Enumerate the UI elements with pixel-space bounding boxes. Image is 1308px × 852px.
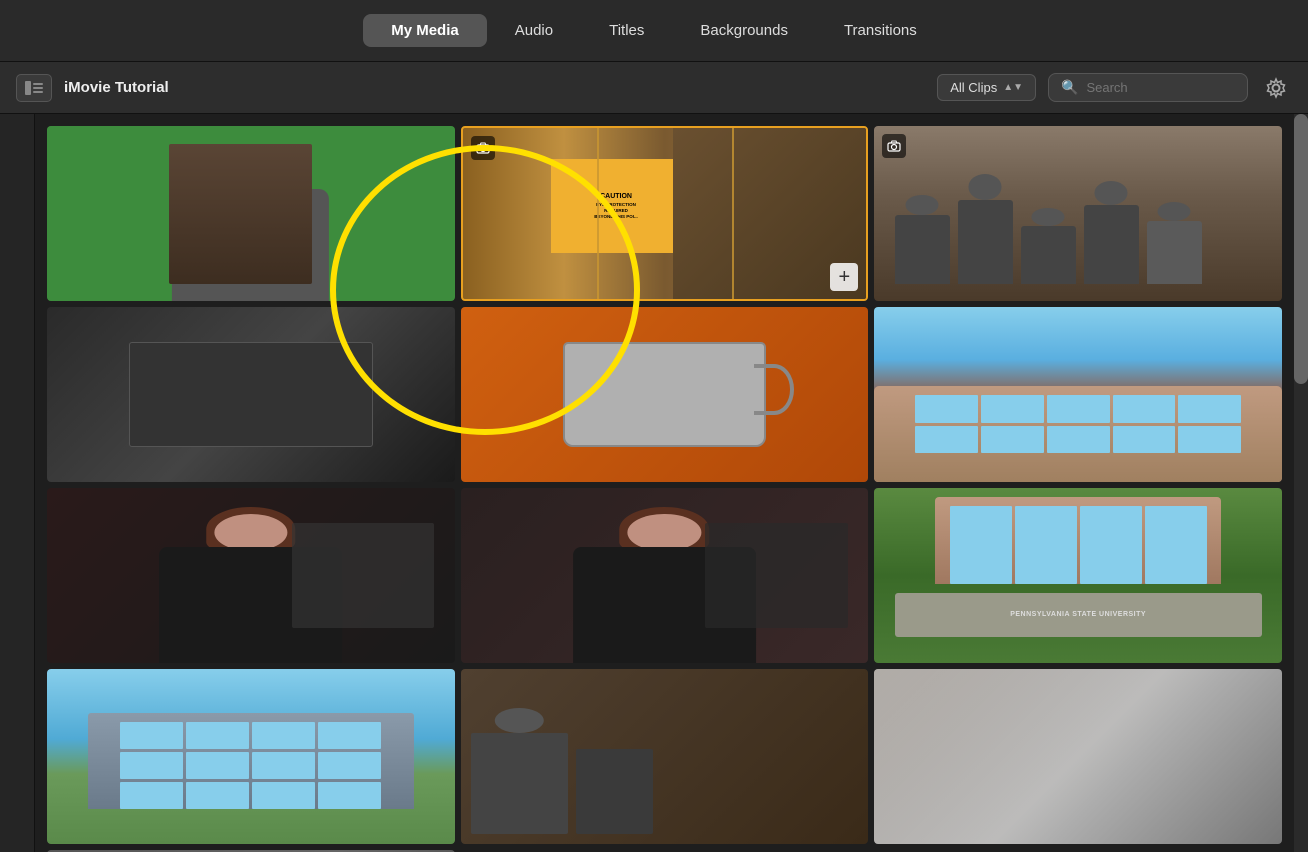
add-clip-button[interactable]: +: [830, 263, 858, 291]
sidebar-toggle-button[interactable]: [16, 74, 52, 102]
tab-transitions[interactable]: Transitions: [816, 14, 945, 47]
all-clips-selector[interactable]: All Clips ▲▼: [937, 74, 1036, 101]
tab-titles[interactable]: Titles: [581, 14, 672, 47]
toolbar: iMovie Tutorial All Clips ▲▼ 🔍: [0, 62, 1308, 114]
scrollbar-thumb[interactable]: [1294, 114, 1308, 384]
tab-backgrounds[interactable]: Backgrounds: [672, 14, 816, 47]
clip-psu-sign[interactable]: PENNSYLVANIA STATE UNIVERSITY: [874, 488, 1282, 663]
top-nav: My Media Audio Titles Backgrounds Transi…: [0, 0, 1308, 62]
clip-mug[interactable]: [461, 307, 869, 482]
content-area: CAUTION EYE PROTECTIONREQUIREDBEYOND THI…: [0, 114, 1308, 852]
clip-woman-interview-1[interactable]: [47, 488, 455, 663]
clip-green-screen[interactable]: [47, 126, 455, 301]
clip-woman-interview-2[interactable]: [461, 488, 869, 663]
media-grid: CAUTION EYE PROTECTIONREQUIREDBEYOND THI…: [35, 114, 1294, 852]
camera-icon: [471, 136, 495, 160]
search-input[interactable]: [1086, 80, 1226, 95]
left-sidebar: [0, 114, 35, 852]
tab-my-media[interactable]: My Media: [363, 14, 487, 47]
settings-button[interactable]: [1260, 72, 1292, 104]
clip-caution[interactable]: CAUTION EYE PROTECTIONREQUIREDBEYOND THI…: [461, 126, 869, 301]
search-box[interactable]: 🔍: [1048, 73, 1248, 102]
clip-building-exterior[interactable]: [874, 307, 1282, 482]
tab-audio[interactable]: Audio: [487, 14, 581, 47]
clip-workshop[interactable]: [461, 669, 869, 844]
scrollbar[interactable]: [1294, 114, 1308, 852]
sidebar-toggle-icon: [25, 81, 43, 95]
camera-icon-2: [882, 134, 906, 158]
chevron-down-icon: ▲▼: [1003, 82, 1023, 93]
clip-industrial-workers[interactable]: [874, 126, 1282, 301]
gear-icon: [1265, 77, 1287, 99]
clip-factory-equipment[interactable]: [47, 307, 455, 482]
library-title: iMovie Tutorial: [64, 79, 925, 96]
clip-blue-building[interactable]: [47, 669, 455, 844]
clip-metal-parts[interactable]: [874, 669, 1282, 844]
all-clips-label: All Clips: [950, 80, 997, 95]
search-icon: 🔍: [1061, 79, 1078, 96]
